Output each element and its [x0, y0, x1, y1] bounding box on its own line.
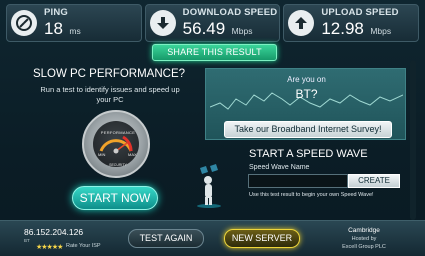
download-value: 56.49	[182, 19, 226, 39]
ping-unit: ms	[69, 26, 81, 37]
server-info[interactable]: Cambridge Hosted by Excell Group PLC	[314, 227, 414, 251]
hosted-by-label: Hosted by	[351, 236, 377, 242]
download-arrow-icon	[149, 10, 176, 36]
survey-question-line1: Are you on	[287, 75, 326, 84]
ping-value: 18	[44, 19, 63, 39]
upload-value: 12.98	[321, 19, 364, 39]
upload-stat: UPLOAD SPEED 12.98 Mbps	[283, 4, 420, 42]
new-server-button[interactable]: NEW SERVER	[224, 229, 300, 248]
gauge-max-label: MAX	[128, 152, 137, 157]
pc-performance-promo: SLOW PC PERFORMANCE? Run a test to ident…	[18, 66, 200, 226]
ping-gauge-icon	[11, 10, 37, 36]
ping-stat: PING 18 ms	[6, 4, 142, 42]
gauge-performance-label: PERFORMANCE	[100, 130, 136, 135]
scrollbar[interactable]	[410, 60, 416, 220]
promo-description: Run a test to identify issues and speed …	[40, 85, 180, 104]
create-button[interactable]: CREATE	[348, 174, 400, 188]
ip-address: 86.152.204.126	[24, 227, 84, 237]
server-city: Cambridge	[348, 227, 380, 234]
results-bar: PING 18 ms DOWNLOAD SPEED 56.49 Mbps UPL…	[6, 4, 420, 42]
rating-stars-icon[interactable]: ★★★★★	[36, 243, 63, 251]
speed-wave-title: START A SPEED WAVE	[249, 148, 368, 160]
download-label: DOWNLOAD SPEED	[182, 6, 278, 18]
speed-wave-panel: START A SPEED WAVE Speed Wave Name CREAT…	[205, 142, 417, 206]
upload-unit: Mbps	[370, 26, 392, 37]
ping-label: PING	[44, 6, 69, 18]
isp-name: BT	[24, 238, 30, 243]
upload-label: UPLOAD SPEED	[321, 6, 399, 18]
host-name: Excell Group PLC	[342, 244, 386, 250]
download-stat: DOWNLOAD SPEED 56.49 Mbps	[144, 4, 281, 42]
broadband-survey-button[interactable]: Take our Broadband Internet Survey!	[224, 121, 392, 138]
promo-title: SLOW PC PERFORMANCE?	[32, 68, 186, 80]
speed-wave-name-label: Speed Wave Name	[249, 164, 310, 171]
rate-isp-link[interactable]: Rate Your ISP	[66, 243, 101, 249]
survey-question-line2: BT?	[295, 87, 318, 101]
speed-wave-help: Use this test result to begin your own S…	[249, 192, 374, 198]
speedtest-window: PING 18 ms DOWNLOAD SPEED 56.49 Mbps UPL…	[0, 0, 425, 256]
performance-gauge-icon: PERFORMANCE MIN MAX SECURITY	[82, 110, 150, 178]
gauge-min-label: MIN	[98, 152, 106, 157]
start-now-button[interactable]: START NOW	[72, 186, 158, 210]
upload-arrow-icon	[288, 10, 315, 36]
download-unit: Mbps	[231, 26, 253, 37]
gauge-security-label: SECURITY	[109, 163, 127, 167]
survey-panel: Are you on BT? Take our Broadband Intern…	[205, 68, 406, 140]
share-result-button[interactable]: SHARE THIS RESULT	[152, 44, 277, 61]
speed-wave-name-input[interactable]	[248, 174, 348, 188]
test-again-button[interactable]: TEST AGAIN	[128, 229, 204, 248]
